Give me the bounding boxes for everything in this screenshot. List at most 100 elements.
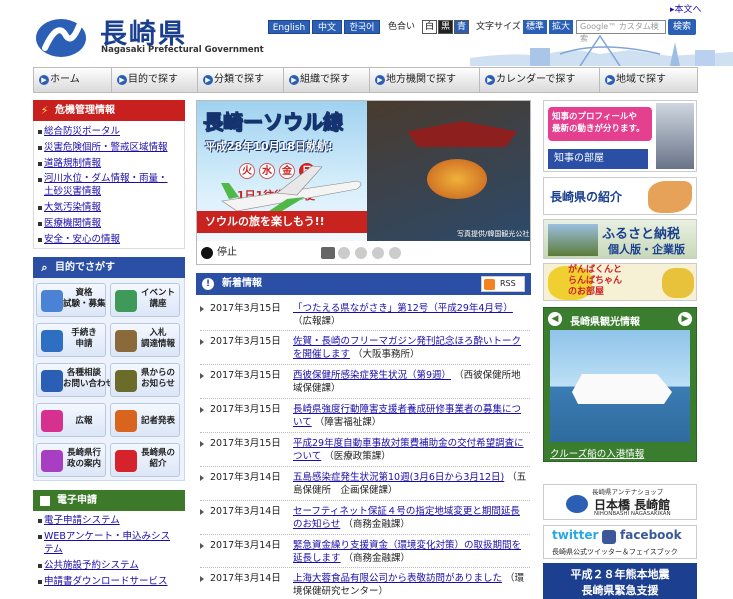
color-black-button[interactable]: 黒 <box>438 20 453 34</box>
tile-event[interactable]: イベント 講座 <box>110 283 180 317</box>
tile-qualification[interactable]: 資格 試験・募集 <box>36 283 106 317</box>
slide-dot-2[interactable] <box>338 247 350 259</box>
electronic-link[interactable]: 電子申請システム <box>44 515 120 527</box>
slide-dot-5[interactable] <box>389 247 401 259</box>
news-item[interactable]: セーフティネット保証４号の指定地域変更と期間延長のお知らせ （商務金融課） <box>293 505 528 531</box>
nav-organization[interactable]: ▶ 組織で探す <box>284 68 370 92</box>
tile-administration[interactable]: 長崎県行 政の案内 <box>36 443 106 477</box>
cruise-link[interactable]: クルーズ船の入港情報 <box>550 446 644 460</box>
news-date: 2017年3月14日 <box>210 506 281 517</box>
nav-calendar[interactable]: ▶ カレンダーで探す <box>480 68 600 92</box>
ganbakun-banner[interactable]: がんばくんと らんばちゃん のお部屋 <box>543 263 697 301</box>
triangle-icon <box>200 407 204 413</box>
facebook-word: facebook <box>620 528 682 542</box>
news-dept: （大阪事務所） <box>353 349 420 360</box>
camera-icon <box>41 410 63 432</box>
news-item[interactable]: 西彼保健所感染症発生状況（第9週） （西彼保健所地域保健課） <box>293 369 528 395</box>
nav-home[interactable]: ▶ ホーム <box>34 68 112 92</box>
electronic-link[interactable]: 申請書ダウンロードサービス <box>44 576 168 588</box>
tile-procedure[interactable]: 手続き 申請 <box>36 323 106 357</box>
antenna-shop-banner[interactable]: 長崎県アンテナショップ 日本橋 長崎館 NIHONBASHI NAGASAKIK… <box>543 484 697 520</box>
nav-arrow-icon: ▶ <box>485 75 495 85</box>
intro-banner[interactable]: 長崎県の紹介 <box>543 177 697 215</box>
slider: 長崎ーソウル線 平成28年10月18日就航! 火 水 金 日 1日1往復週4便 … <box>196 100 531 265</box>
crisis-link[interactable]: 安全・安心の情報 <box>44 234 120 246</box>
rss-icon <box>484 279 495 290</box>
tile-press[interactable]: 記者発表 <box>110 403 180 437</box>
news-link[interactable]: 「つたえる県ながさき」第12号（平成29年4月号） <box>293 303 513 314</box>
lang-english-button[interactable]: English <box>268 20 310 34</box>
tile-label: 県からの お知らせ <box>140 368 175 389</box>
crisis-link[interactable]: 災害危険個所・警戒区域情報 <box>44 142 168 154</box>
skip-to-content-link[interactable]: ▸本文へ <box>670 2 702 15</box>
news-item[interactable]: 平成29年度自動車事故対策費補助金の交付希望調査について （医療政策課） <box>293 437 528 463</box>
next-arrow-icon[interactable]: ▶ <box>678 312 692 326</box>
crisis-link[interactable]: 総合防災ポータル <box>44 126 120 138</box>
nav-regional-office[interactable]: ▶ 地方機関で探す <box>370 68 480 92</box>
furusato-banner[interactable]: ふるさと納税 個人版・企業版 <box>543 219 697 259</box>
search-button[interactable]: 検索 <box>668 19 696 35</box>
font-standard-button[interactable]: 標準 <box>523 20 547 34</box>
nav-purpose[interactable]: ▶ 目的で探す <box>112 68 198 92</box>
stop-icon <box>201 247 213 259</box>
search-input[interactable]: Google™ カスタム検索 <box>576 20 666 43</box>
lang-korean-button[interactable]: 한국어 <box>344 20 380 34</box>
map-icon <box>41 330 63 352</box>
news-item[interactable]: 長崎県強度行動障害支援者養成研修事業者の募集について （障害福祉課） <box>293 403 528 429</box>
electronic-heading: 電子申請 <box>33 490 185 511</box>
news-title: 新着情報 <box>222 278 262 289</box>
tile-label: 広報 <box>75 416 93 426</box>
nav-region[interactable]: ▶ 地域で探す <box>600 68 697 92</box>
slide-dot-3[interactable] <box>355 247 367 259</box>
social-banner[interactable]: twitter facebook 長崎県公式ツイッター＆フェイスブック <box>543 525 697 559</box>
electronic-link[interactable]: テム <box>44 544 63 556</box>
tile-pr[interactable]: 広報 <box>36 403 106 437</box>
slide-dot-4[interactable] <box>372 247 384 259</box>
bullet-icon <box>38 519 42 523</box>
tile-label: 長崎県行 政の案内 <box>66 448 101 469</box>
news-date: 2017年3月15日 <box>210 404 281 415</box>
color-white-button[interactable]: 白 <box>422 20 437 34</box>
cruise-ship-photo[interactable] <box>550 330 690 442</box>
microphone-icon <box>115 410 137 432</box>
divider <box>200 330 530 331</box>
crisis-link[interactable]: 河川水位・ダム情報・雨量・ <box>44 173 168 185</box>
bullet-icon <box>38 206 42 210</box>
news-item[interactable]: 上海大蓉食品有限公司から表敬訪問がありました （環境保健研究センター） <box>293 572 528 598</box>
news-item[interactable]: 緊急資金繰り支援資金（環境変化対策）の取扱期間を延長します （商務金融課） <box>293 539 528 565</box>
crisis-link[interactable]: 土砂災害情報 <box>44 186 101 198</box>
skyline-illustration <box>470 34 733 66</box>
crisis-link[interactable]: 道路規制情報 <box>44 158 101 170</box>
crisis-link[interactable]: 大気汚染情報 <box>44 202 101 214</box>
slider-image[interactable]: 長崎ーソウル線 平成28年10月18日就航! 火 水 金 日 1日1往復週4便 … <box>197 101 530 241</box>
rss-button[interactable]: RSS <box>481 276 525 292</box>
news-item[interactable]: 五島感染症発生状況第10週(3月6日から3月12日) （五島保健所 企画保健課） <box>293 471 528 497</box>
governor-banner[interactable]: 知事のプロフィールや 最新の動きが分ります。 知事の部屋 <box>543 100 697 172</box>
nagasaki-logo-icon[interactable] <box>35 18 87 58</box>
color-blue-button[interactable]: 青 <box>454 20 469 34</box>
news-link[interactable]: 五島感染症発生状況第10週(3月6日から3月12日) <box>293 472 504 483</box>
nav-category[interactable]: ▶ 分類で探す <box>198 68 284 92</box>
leaf-icon <box>115 450 137 472</box>
bullet-icon <box>38 564 42 568</box>
font-large-button[interactable]: 拡大 <box>549 20 573 34</box>
slide-dot-1[interactable] <box>321 247 335 259</box>
news-date: 2017年3月15日 <box>210 438 281 449</box>
tile-notice[interactable]: 県からの お知らせ <box>110 363 180 397</box>
tile-consultation[interactable]: 各種相談 お問い合わせ <box>36 363 114 397</box>
lang-chinese-button[interactable]: 中文 <box>312 20 342 34</box>
news-link[interactable]: 上海大蓉食品有限公司から表敬訪問がありました <box>293 573 502 584</box>
tile-tender[interactable]: 入札 調達情報 <box>110 323 180 357</box>
bullet-icon <box>38 178 42 182</box>
news-item[interactable]: 佐賀・長崎のフリーマガジン発刊記念ほろ酔いトークを開催します （大阪事務所） <box>293 335 528 361</box>
news-link[interactable]: 西彼保健所感染症発生状況（第9週） <box>293 370 451 381</box>
prev-arrow-icon[interactable]: ◀ <box>548 312 562 326</box>
electronic-link[interactable]: 公共施設予約システム <box>44 560 139 572</box>
tile-introduction[interactable]: 長崎県の 紹介 <box>110 443 180 477</box>
crisis-link[interactable]: 医療機関情報 <box>44 218 101 230</box>
skip-link-label: 本文へ <box>674 5 702 15</box>
news-item[interactable]: 「つたえる県ながさき」第12号（平成29年4月号） （広報課） <box>293 302 528 328</box>
kumamoto-support-banner[interactable]: 平成２８年熊本地震 長崎県緊急支援 <box>543 563 697 599</box>
electronic-link[interactable]: WEBアンケート・申込みシス <box>44 531 170 543</box>
triangle-icon <box>200 306 204 312</box>
